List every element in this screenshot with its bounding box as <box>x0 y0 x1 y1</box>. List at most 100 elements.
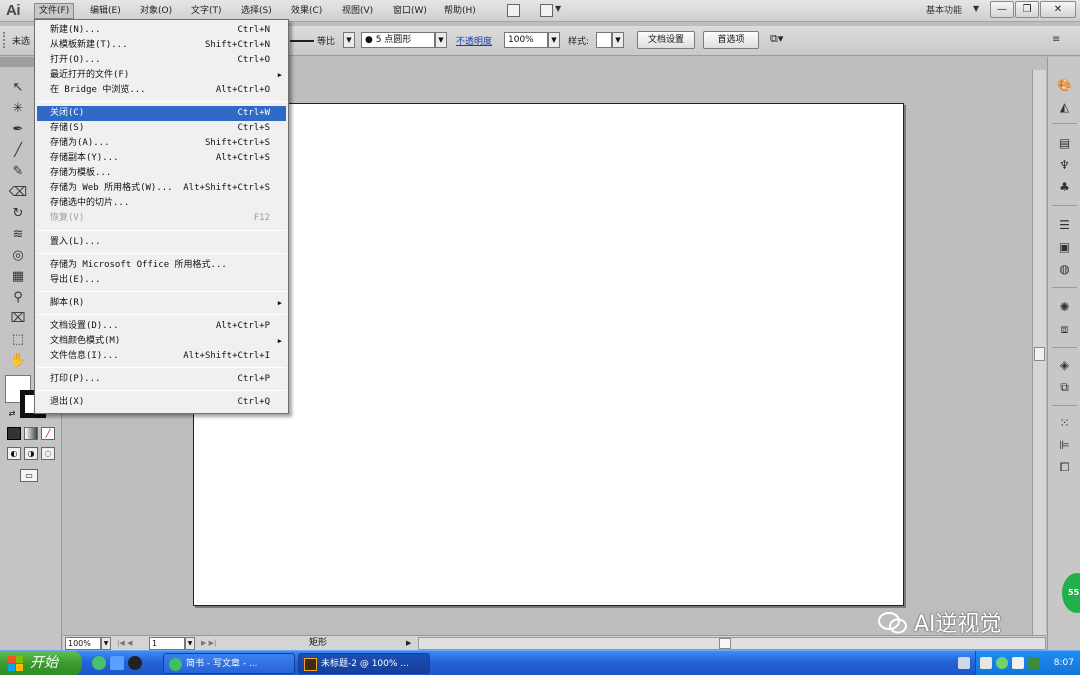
artboards-icon[interactable]: ⧉ <box>1056 379 1073 395</box>
restore-button[interactable]: ❐ <box>1015 1 1039 18</box>
gradient-panel-icon[interactable]: ▣ <box>1056 239 1073 255</box>
menu-item-print[interactable]: 打印(P)... Ctrl+P <box>37 372 286 387</box>
menu-effect[interactable]: 效果(C) <box>287 3 326 19</box>
menu-item-place[interactable]: 置入(L)... <box>37 235 286 250</box>
brushes-icon[interactable]: ♆ <box>1056 157 1073 173</box>
stroke-profile-dropdown[interactable]: ▼ <box>343 32 355 48</box>
magic-wand-icon[interactable]: ✳ <box>8 100 28 118</box>
network-icon[interactable] <box>996 657 1008 669</box>
menu-item-browse-bridge[interactable]: 在 Bridge 中浏览... Alt+Ctrl+O <box>37 83 286 98</box>
color-mode-icon[interactable] <box>7 427 21 440</box>
opacity-input[interactable]: 100% <box>504 32 548 48</box>
first-page-icon[interactable]: |◀ ◀ <box>117 637 132 650</box>
style-dropdown[interactable]: ▼ <box>612 32 624 48</box>
zoom-dropdown[interactable]: ▼ <box>101 637 111 650</box>
menu-item-save-for-web[interactable]: 存储为 Web 所用格式(W)... Alt+Shift+Ctrl+S <box>37 181 286 196</box>
transform-panel-icon[interactable]: ⁙ <box>1056 415 1073 431</box>
graphic-styles-icon[interactable]: ⧈ <box>1056 321 1073 337</box>
volume-icon[interactable] <box>1012 657 1024 669</box>
artboard-tool-icon[interactable]: ⬚ <box>8 331 28 349</box>
hand-tool-icon[interactable]: ✋ <box>8 352 28 370</box>
page-input[interactable]: 1 <box>149 637 185 650</box>
next-page-icon[interactable]: ▶ ▶| <box>201 637 216 650</box>
blob-brush-icon[interactable]: ⌫ <box>8 184 28 202</box>
menu-window[interactable]: 窗口(W) <box>389 3 431 19</box>
pathfinder-icon[interactable]: ⧠ <box>1056 459 1073 475</box>
slice-tool-icon[interactable]: ⌧ <box>8 310 28 328</box>
security-shield-icon[interactable] <box>1028 657 1040 669</box>
menu-type[interactable]: 文字(T) <box>187 3 226 19</box>
draw-normal-icon[interactable]: ◐ <box>7 447 21 460</box>
color-panel-icon[interactable]: 🎨 <box>1056 77 1073 93</box>
brush-tool-icon[interactable]: ✎ <box>8 163 28 181</box>
menu-item-exit[interactable]: 退出(X) Ctrl+Q <box>37 395 286 410</box>
transparency-icon[interactable]: ◍ <box>1056 261 1073 277</box>
none-mode-icon[interactable]: ╱ <box>41 427 55 440</box>
browser-quicklaunch-icon[interactable] <box>92 656 106 670</box>
draw-behind-icon[interactable]: ◑ <box>24 447 38 460</box>
taskbar-item-browser[interactable]: 简书 - 写文章 - ... <box>163 653 295 674</box>
swap-colors-icon[interactable]: ⇄ <box>5 408 19 421</box>
bridge-icon[interactable] <box>507 4 520 17</box>
workspace-switcher[interactable]: 基本功能 <box>926 3 962 19</box>
brush-dropdown[interactable]: ▼ <box>435 32 447 48</box>
opacity-label[interactable]: 不透明度 <box>456 37 492 47</box>
brush-select[interactable]: ● 5 点圆形 <box>361 32 435 48</box>
shape-builder-icon[interactable]: ◎ <box>8 247 28 265</box>
qq-quicklaunch-icon[interactable] <box>128 656 142 670</box>
opacity-dropdown[interactable]: ▼ <box>548 32 560 48</box>
arrange-documents-icon[interactable] <box>540 4 553 17</box>
menu-item-color-mode[interactable]: 文档颜色模式(M) ▶ <box>37 334 286 349</box>
line-tool-icon[interactable]: ╱ <box>8 142 28 160</box>
panel-grip[interactable] <box>3 32 6 48</box>
menu-item-close[interactable]: 关闭(C) Ctrl+W <box>37 106 286 121</box>
start-button[interactable]: 开始 <box>0 651 82 675</box>
menu-item-save-slices[interactable]: 存储选中的切片... <box>37 196 286 211</box>
menu-object[interactable]: 对象(O) <box>136 3 176 19</box>
graph-tool-icon[interactable]: ▦ <box>8 268 28 286</box>
symbols-icon[interactable]: ♣ <box>1056 179 1073 195</box>
menu-item-file-info[interactable]: 文件信息(I)... Alt+Shift+Ctrl+I <box>37 349 286 364</box>
menu-item-document-setup[interactable]: 文档设置(D)... Alt+Ctrl+P <box>37 319 286 334</box>
menu-item-new[interactable]: 新建(N)... Ctrl+N <box>37 23 286 38</box>
eyedropper-icon[interactable]: ⚲ <box>8 289 28 307</box>
menu-select[interactable]: 选择(S) <box>237 3 276 19</box>
explorer-quicklaunch-icon[interactable] <box>110 656 124 670</box>
appearance-icon[interactable]: ✺ <box>1056 299 1073 315</box>
draw-inside-icon[interactable]: ◌ <box>41 447 55 460</box>
vertical-scrollbar[interactable] <box>1032 70 1046 635</box>
menu-item-save-as[interactable]: 存储为(A)... Shift+Ctrl+S <box>37 136 286 151</box>
stroke-profile-label[interactable]: 等比 <box>317 34 335 47</box>
selection-tool-icon[interactable]: ↖ <box>8 79 28 97</box>
scroll-thumb[interactable] <box>1034 347 1045 361</box>
keyboard-icon[interactable] <box>958 657 970 669</box>
minimize-button[interactable]: — <box>990 1 1014 18</box>
menu-item-save[interactable]: 存储(S) Ctrl+S <box>37 121 286 136</box>
menu-item-open-recent[interactable]: 最近打开的文件(F) ▶ <box>37 68 286 83</box>
align-icon[interactable]: ⊫ <box>1056 437 1073 453</box>
opacity-link[interactable]: 不透明度 <box>456 34 492 47</box>
color-guide-icon[interactable]: ◭ <box>1056 99 1073 115</box>
document-setup-button[interactable]: 文档设置 <box>637 31 695 49</box>
menu-view[interactable]: 视图(V) <box>338 3 377 19</box>
menu-help[interactable]: 帮助(H) <box>440 3 480 19</box>
menu-item-scripts[interactable]: 脚本(R) ▶ <box>37 296 286 311</box>
menu-edit[interactable]: 编辑(E) <box>86 3 125 19</box>
menu-item-new-from-template[interactable]: 从模板新建(T)... Shift+Ctrl+N <box>37 38 286 53</box>
taskbar-item-illustrator[interactable]: 未标题-2 @ 100% ... <box>298 653 430 674</box>
panel-menu-icon[interactable]: ≡ <box>1052 34 1060 45</box>
pen-tool-icon[interactable]: ✒ <box>8 121 28 139</box>
artboard[interactable] <box>193 103 904 606</box>
warp-tool-icon[interactable]: ≋ <box>8 226 28 244</box>
scroll-thumb[interactable] <box>719 638 731 649</box>
menu-item-save-template[interactable]: 存储为模板... <box>37 166 286 181</box>
zoom-input[interactable]: 100% <box>65 637 101 650</box>
menu-file[interactable]: 文件(F) <box>34 3 75 19</box>
page-dropdown[interactable]: ▼ <box>185 637 195 650</box>
screen-mode-icon[interactable]: ▭ <box>20 469 38 482</box>
menu-item-export[interactable]: 导出(E)... <box>37 273 286 288</box>
layers-icon[interactable]: ◈ <box>1056 357 1073 373</box>
rotate-tool-icon[interactable]: ↻ <box>8 205 28 223</box>
status-arrow-icon[interactable]: ▶ <box>406 637 411 650</box>
close-button[interactable]: ✕ <box>1040 1 1076 18</box>
